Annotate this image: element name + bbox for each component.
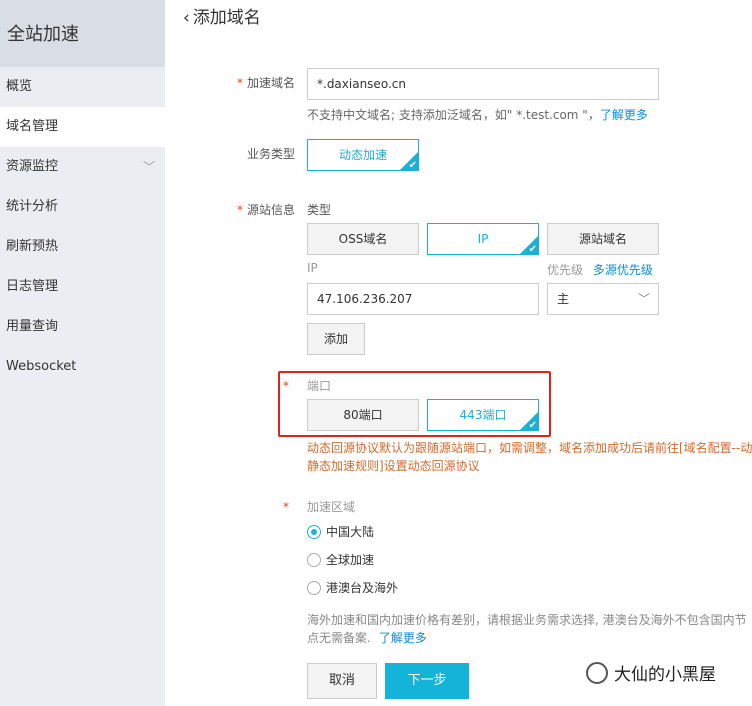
port-80-button[interactable]: 80端口 [307,399,419,431]
required-mark: * [283,500,289,514]
multi-origin-priority-link[interactable]: 多源优先级 [593,263,653,277]
sidebar-item-label: 域名管理 [6,119,59,134]
ip-label: IP [307,261,318,275]
sidebar-item-label: 刷新预热 [6,239,59,254]
sidebar-item-label: 日志管理 [6,279,59,294]
sidebar-item-label: Websocket [6,359,77,374]
priority-select[interactable]: 主 ﹀ [547,283,659,315]
domain-input[interactable]: *.daxianseo.cn [307,68,659,100]
sidebar-item-refresh-preload[interactable]: 刷新预热 [0,227,165,267]
domain-label: * 加速域名 [237,76,296,90]
check-icon: ✔ [528,420,537,431]
port-443-button[interactable]: 443端口 ✔ [427,399,539,431]
sidebar-item-usage-query[interactable]: 用量查询 [0,307,165,347]
wechat-icon [586,662,608,684]
sidebar-item-websocket[interactable]: Websocket [0,347,165,387]
sidebar-item-statistics[interactable]: 统计分析 [0,187,165,227]
origin-type-ip-button[interactable]: IP ✔ [427,223,539,255]
required-mark: * [283,379,289,393]
ip-input[interactable]: 47.106.236.207 [307,283,539,315]
origin-type-oss-button[interactable]: OSS域名 [307,223,419,255]
origin-label: * 源站信息 [237,203,296,217]
origin-type-domain-button[interactable]: 源站域名 [547,223,659,255]
back-icon[interactable]: ‹ [183,8,190,28]
business-type-label: 业务类型 [247,147,296,161]
radio-icon[interactable] [307,580,321,595]
sidebar-item-resource-monitoring[interactable]: 资源监控 ﹀ [0,147,165,187]
learn-more-link[interactable]: 了解更多 [600,108,648,122]
watermark: 大仙的小黑屋 [586,660,716,686]
required-mark: * [237,203,243,217]
page-title-text: 添加域名 [192,8,261,28]
business-type-dynamic-button[interactable]: 动态加速 ✔ [307,139,419,171]
sidebar-title: 全站加速 [0,0,165,67]
origin-type-label: 类型 [307,203,332,217]
chevron-down-icon: ﹀ [142,160,155,174]
radio-selected-icon[interactable] [307,524,321,539]
sidebar-item-label: 统计分析 [6,199,59,214]
sidebar-item-label: 概览 [6,79,33,94]
region-note-line2: 点无需备案. 了解更多 [307,631,427,645]
page-title: ‹ 添加域名 [183,3,261,28]
region-option-global[interactable]: 全球加速 [307,552,374,568]
port-warning-line2: 静态加速规则]设置动态回源协议 [307,459,480,473]
domain-hint: 不支持中文域名; 支持添加泛域名，如" *.test.com "，了解更多 [307,108,648,122]
sidebar: 全站加速 概览 域名管理 资源监控 ﹀ 统计分析 刷新预热 日志管理 用量查询 W… [0,0,165,706]
port-label: * 端口 [283,379,332,393]
port-warning-line1: 动态回源协议默认为跟随源站端口，如需调整，域名添加成功后请前往[域名配置--动 [307,441,752,455]
sidebar-item-log-management[interactable]: 日志管理 [0,267,165,307]
region-option-mainland[interactable]: 中国大陆 [307,524,374,540]
check-icon: ✔ [528,244,537,255]
sidebar-item-domain-management[interactable]: 域名管理 [0,107,165,147]
learn-more-link[interactable]: 了解更多 [379,631,427,645]
region-note-line1: 海外加速和国内加速价格有差别，请根据业务需求选择, 港澳台及海外不包含国内节 [307,613,747,627]
sidebar-item-overview[interactable]: 概览 [0,67,165,107]
required-mark: * [237,76,243,90]
region-label: * 加速区域 [283,500,356,514]
check-icon: ✔ [408,160,417,171]
chevron-down-icon: ﹀ [637,292,650,306]
priority-label: 优先级 多源优先级 [547,263,653,277]
add-origin-button[interactable]: 添加 [307,323,365,355]
sidebar-item-label: 用量查询 [6,319,59,334]
main-content: ‹ 添加域名 * 加速域名 *.daxianseo.cn 不支持中文域名; 支持添加… [165,0,752,706]
region-option-overseas[interactable]: 港澳台及海外 [307,580,398,596]
cancel-button[interactable]: 取消 [307,663,377,699]
next-step-button[interactable]: 下一步 [385,663,469,699]
sidebar-item-label: 资源监控 [6,159,59,174]
radio-icon[interactable] [307,552,321,567]
